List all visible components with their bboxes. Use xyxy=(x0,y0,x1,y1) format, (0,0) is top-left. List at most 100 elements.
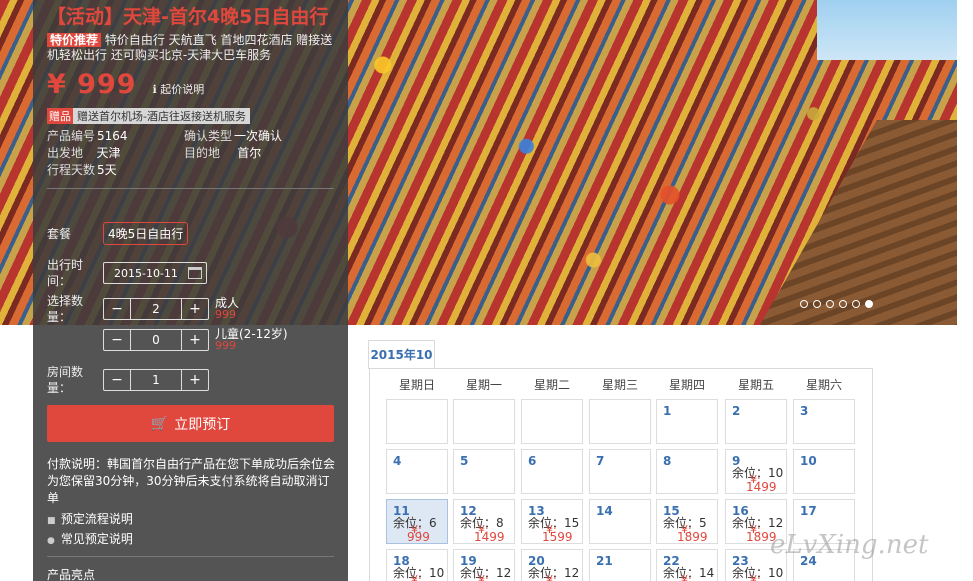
plus-button[interactable]: + xyxy=(182,370,208,390)
day-number: 5 xyxy=(460,454,469,468)
day-number: 4 xyxy=(393,454,402,468)
carousel-dot-active[interactable] xyxy=(865,300,873,308)
weekday-label: 星期五 xyxy=(737,378,774,392)
carousel-dot[interactable] xyxy=(826,300,834,308)
day-number: 6 xyxy=(528,454,537,468)
minus-button[interactable]: − xyxy=(104,330,130,350)
month-tab[interactable]: 2015年10 xyxy=(368,340,435,369)
adult-count[interactable]: 2 xyxy=(130,299,182,319)
qty-label: 选择数量： xyxy=(47,294,84,324)
child-info: 儿童(2-12岁) 999 xyxy=(215,328,288,352)
weekday-label: 星期六 xyxy=(805,378,842,392)
day-price: 1499 xyxy=(474,530,505,544)
day-number: 14 xyxy=(596,504,613,518)
child-stepper[interactable]: − 0 + xyxy=(103,329,209,351)
date-label: 出行时间： xyxy=(47,258,84,288)
calendar-day: 10 xyxy=(793,449,855,494)
day-number: 7 xyxy=(596,454,605,468)
weekday-label: 星期三 xyxy=(601,378,638,392)
carousel-dot[interactable] xyxy=(800,300,808,308)
adult-info: 成人 999 xyxy=(215,297,239,321)
day-price: 1599 xyxy=(542,530,573,544)
calendar-day[interactable]: 18 余位：10 ¥: xyxy=(386,549,448,581)
calendar-day[interactable]: 22 余位：14 ¥: xyxy=(656,549,718,581)
calendar-day[interactable]: 20 余位：12 ¥: xyxy=(521,549,583,581)
calendar-icon[interactable] xyxy=(188,267,202,279)
hero-sky xyxy=(817,0,957,60)
product-price: ¥ 999 xyxy=(47,69,137,100)
meta-item: 确认类型 一次确认 xyxy=(184,129,283,143)
price-note-label: 起价说明 xyxy=(160,83,205,96)
booking-process-link[interactable]: ■ 预定流程说明 xyxy=(47,510,133,530)
day-number: 21 xyxy=(596,554,613,568)
child-count[interactable]: 0 xyxy=(130,330,182,350)
book-now-label: 立即预订 xyxy=(174,416,231,433)
calendar-day: 1 xyxy=(656,399,718,444)
info-icon: ℹ xyxy=(152,83,157,96)
adult-stepper[interactable]: − 2 + xyxy=(103,298,209,320)
gift-row: 赠品 赠送首尔机场-酒店往返接送机服务 xyxy=(47,108,334,124)
calendar-day: 4 xyxy=(386,449,448,494)
day-number: 2 xyxy=(732,404,741,418)
date-row: 出行时间： 2015-10-11 xyxy=(47,257,207,289)
date-picker[interactable]: 2015-10-11 xyxy=(103,262,207,284)
package-option[interactable]: 4晚5日自由行 xyxy=(103,222,189,245)
special-badge: 特价推荐 xyxy=(47,33,102,47)
weekday-label: 星期四 xyxy=(668,378,705,392)
product-title: 【活动】天津-首尔4晚5日自由行 xyxy=(47,6,329,28)
adult-row: 选择数量： − 2 + 成人 999 xyxy=(47,293,239,325)
minus-button[interactable]: − xyxy=(104,370,130,390)
faq-link[interactable]: ● 常见预定说明 xyxy=(47,530,133,550)
calendar-day: 5 xyxy=(453,449,515,494)
yen-sign: ¥: xyxy=(411,573,422,581)
weekday-label: 星期一 xyxy=(465,378,502,392)
meta-item: 行程天数 5天 xyxy=(47,163,117,177)
book-now-button[interactable]: 🛒 立即预订 xyxy=(47,405,334,442)
cart-icon: 🛒 xyxy=(150,415,169,432)
calendar-day: 14 xyxy=(589,499,651,544)
calendar-day[interactable]: 12 余位：8 ¥: 1499 xyxy=(453,499,515,544)
calendar-day[interactable]: 15 余位：5 ¥: 1899 xyxy=(656,499,718,544)
calendar-day xyxy=(386,399,448,444)
minus-button[interactable]: − xyxy=(104,299,130,319)
calendar-day[interactable]: 9 余位：10 ¥: 1499 xyxy=(725,449,787,494)
product-tagline: 特价推荐 特价自由行 天航直飞 首地四花酒店 赠接送机轻松出行 还可购买北京-天… xyxy=(47,33,334,63)
doc-icon: ■ xyxy=(47,516,56,526)
payment-note: 付款说明：韩国首尔自由行产品在您下单成功后余位会为您保留30分钟，30分钟后未支… xyxy=(47,457,336,505)
room-row: 房间数量： − 1 + xyxy=(47,364,209,396)
divider xyxy=(47,188,334,189)
meta-item: 目的地 首尔 xyxy=(184,146,262,160)
divider xyxy=(47,556,334,557)
calendar-day[interactable]: 19 余位：12 ¥: xyxy=(453,549,515,581)
calendar-day[interactable]: 13 余位：15 ¥: 1599 xyxy=(521,499,583,544)
hero-deck xyxy=(757,120,957,325)
plus-button[interactable]: + xyxy=(182,330,208,350)
calendar-day xyxy=(453,399,515,444)
calendar-day xyxy=(589,399,651,444)
carousel-dots xyxy=(800,300,873,308)
carousel-dot[interactable] xyxy=(839,300,847,308)
room-count[interactable]: 1 xyxy=(130,370,182,390)
weekday-label: 星期日 xyxy=(398,378,435,392)
calendar-day: 2 xyxy=(725,399,787,444)
yen-sign: ¥: xyxy=(681,573,692,581)
calendar-day-selected[interactable]: 11 余位：6 ¥: 999 xyxy=(386,499,448,544)
product-panel: 【活动】天津-首尔4晚5日自由行 特价推荐 特价自由行 天航直飞 首地四花酒店 … xyxy=(33,0,348,581)
day-number: 3 xyxy=(800,404,809,418)
calendar-day: 3 xyxy=(793,399,855,444)
date-value: 2015-10-11 xyxy=(114,266,178,280)
room-stepper[interactable]: − 1 + xyxy=(103,369,209,391)
carousel-dot[interactable] xyxy=(813,300,821,308)
yen-sign: ¥: xyxy=(478,573,489,581)
calendar-day xyxy=(521,399,583,444)
day-price: 1899 xyxy=(677,530,708,544)
carousel-dot[interactable] xyxy=(852,300,860,308)
day-price: 999 xyxy=(407,530,430,544)
price-note[interactable]: ℹ 起价说明 xyxy=(153,81,205,97)
day-number: 8 xyxy=(663,454,672,468)
yen-sign: ¥: xyxy=(750,573,761,581)
product-meta: 产品编号 5164 确认类型 一次确认 出发地 天津 目的地 首尔 行程天数 5天 xyxy=(47,128,334,178)
gift-label: 赠品 xyxy=(47,108,73,124)
plus-button[interactable]: + xyxy=(182,299,208,319)
price-row: ¥ 999 ℹ 起价说明 xyxy=(47,69,334,100)
